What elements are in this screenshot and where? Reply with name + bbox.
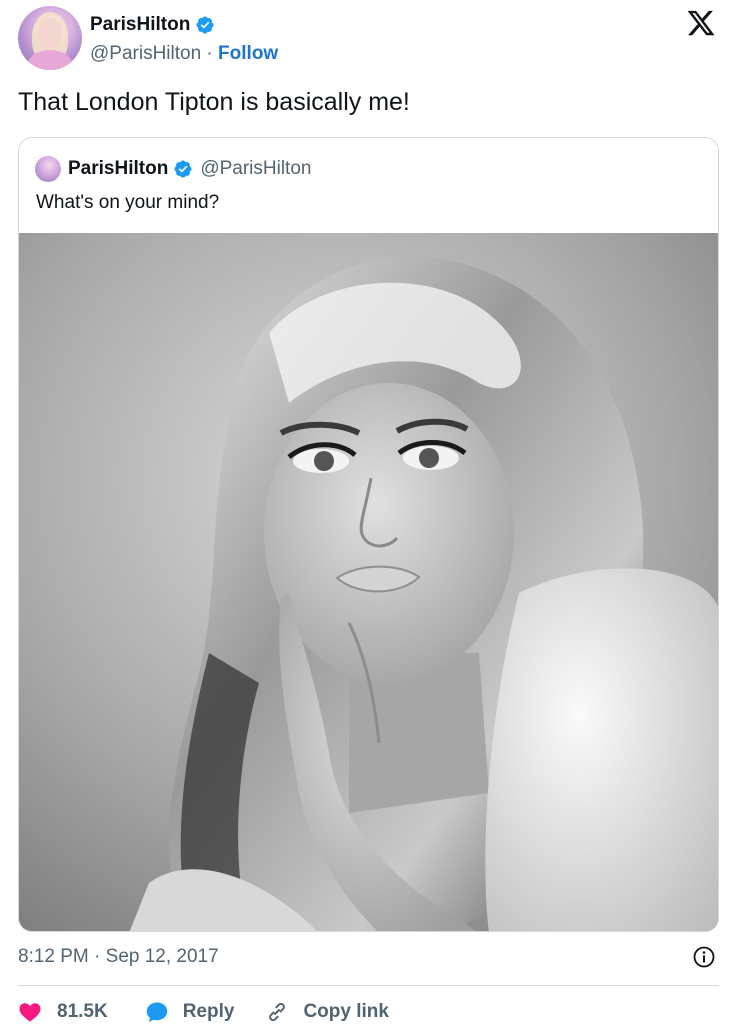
quoted-author-avatar (35, 156, 61, 182)
x-logo-icon[interactable] (686, 8, 716, 38)
verified-badge-icon (174, 160, 192, 178)
copy-link-button[interactable]: Copy link (265, 1000, 389, 1024)
like-count: 81.5K (57, 1001, 108, 1022)
author-name-row: ParisHilton (90, 14, 215, 36)
quoted-author-handle: @ParisHilton (200, 158, 312, 179)
info-icon[interactable] (692, 945, 716, 969)
tweet-timestamp[interactable]: 8:12 PM · Sep 12, 2017 (18, 946, 219, 968)
speech-bubble-icon (146, 1002, 167, 1022)
tweet-actions: 81.5K Reply Copy link (18, 1000, 389, 1024)
quoted-tweet-card[interactable]: ParisHilton @ParisHilton What's on your … (18, 137, 719, 932)
author-display-name[interactable]: ParisHilton (90, 14, 190, 36)
heart-icon (19, 1003, 41, 1022)
divider (18, 985, 719, 986)
author-avatar[interactable] (18, 6, 82, 70)
handle-separator: · (201, 43, 219, 64)
verified-badge-icon (196, 16, 214, 34)
quoted-tweet-photo[interactable] (19, 233, 718, 931)
quoted-author-display-name: ParisHilton (68, 158, 169, 179)
link-icon (269, 1002, 286, 1022)
reply-button[interactable]: Reply (145, 1000, 235, 1024)
tweet-header: ParisHilton @ParisHilton · Follow (18, 4, 718, 74)
quoted-tweet-text: What's on your mind? (36, 192, 220, 213)
reply-label: Reply (182, 1001, 235, 1022)
like-action[interactable]: 81.5K (18, 1000, 108, 1024)
quoted-tweet-header: ParisHilton @ParisHilton (35, 156, 311, 182)
author-handle-row: @ParisHilton · Follow (90, 43, 278, 65)
follow-link[interactable]: Follow (218, 43, 278, 65)
portrait-image (19, 233, 718, 931)
tweet-text: That London Tipton is basically me! (18, 88, 410, 116)
author-handle[interactable]: @ParisHilton (90, 43, 201, 65)
copy-link-label: Copy link (303, 1001, 389, 1022)
